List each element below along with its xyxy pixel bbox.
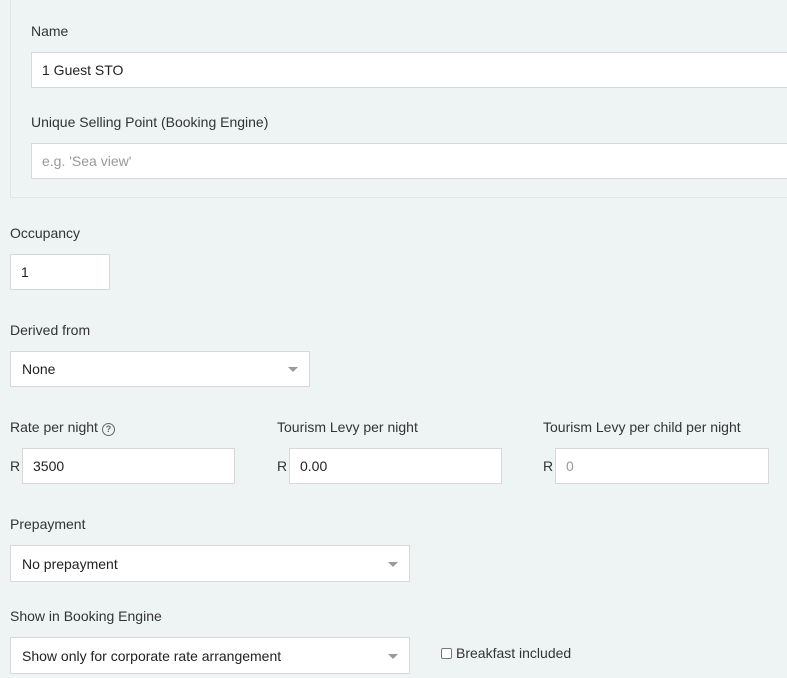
name-label: Name <box>31 23 69 39</box>
rate-edit-form: Name Unique Selling Point (Booking Engin… <box>0 0 787 678</box>
rate-per-night-label: Rate per night? <box>10 419 115 436</box>
rate-per-night-input[interactable] <box>22 448 235 484</box>
rate-per-night-label-text: Rate per night <box>10 419 98 435</box>
derived-from-select[interactable]: None <box>10 351 310 387</box>
prepayment-select[interactable]: No prepayment <box>10 545 410 582</box>
usp-label: Unique Selling Point (Booking Engine) <box>31 114 269 130</box>
breakfast-label: Breakfast included <box>456 645 572 661</box>
tourism-levy-child-input[interactable] <box>555 448 769 484</box>
prepayment-label: Prepayment <box>10 516 86 532</box>
currency-prefix: R <box>543 458 554 474</box>
help-icon[interactable]: ? <box>101 423 115 436</box>
occupancy-label: Occupancy <box>10 225 81 241</box>
tourism-levy-child-label: Tourism Levy per child per night <box>543 419 741 435</box>
currency-prefix: R <box>277 458 288 474</box>
name-input[interactable] <box>31 52 787 88</box>
derived-from-label: Derived from <box>10 322 91 338</box>
tourism-levy-input[interactable] <box>289 448 502 484</box>
usp-input[interactable] <box>31 143 787 179</box>
chevron-down-icon <box>288 367 298 372</box>
chevron-down-icon <box>388 653 398 659</box>
booking-engine-value: Show only for corporate rate arrangement <box>22 647 282 664</box>
breakfast-checkbox[interactable] <box>441 648 452 659</box>
derived-from-value: None <box>22 361 56 377</box>
occupancy-input[interactable] <box>10 254 110 290</box>
chevron-down-icon <box>388 561 398 567</box>
prepayment-value: No prepayment <box>22 555 118 572</box>
tourism-levy-label: Tourism Levy per night <box>277 419 418 435</box>
booking-engine-label: Show in Booking Engine <box>10 608 162 624</box>
name-panel: Name Unique Selling Point (Booking Engin… <box>10 0 787 198</box>
booking-engine-select[interactable]: Show only for corporate rate arrangement <box>10 637 410 674</box>
currency-prefix: R <box>10 458 21 474</box>
breakfast-option[interactable]: Breakfast included <box>441 645 571 662</box>
